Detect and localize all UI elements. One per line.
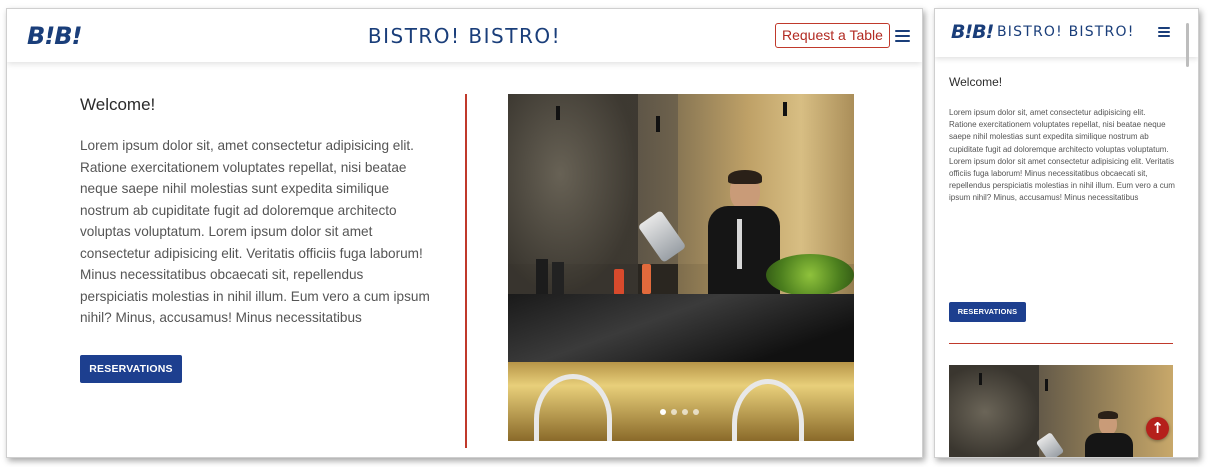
reservations-button[interactable]: RESERVATIONS xyxy=(80,355,182,383)
mobile-view: B!B! BISTRO! BISTRO! Welcome! Lorem ipsu… xyxy=(934,8,1199,458)
arrow-up-icon: ↑ xyxy=(1151,419,1164,437)
horizontal-divider xyxy=(949,343,1173,344)
carousel-dot[interactable] xyxy=(671,409,677,415)
vertical-divider xyxy=(465,94,467,448)
carousel-dot[interactable] xyxy=(693,409,699,415)
carousel-dot[interactable] xyxy=(682,409,688,415)
navbar: B!B! BISTRO! BISTRO! Request a Table xyxy=(7,9,922,62)
carousel-indicators[interactable] xyxy=(660,409,699,415)
carousel-dot[interactable] xyxy=(660,409,666,415)
hamburger-icon[interactable] xyxy=(1158,27,1170,37)
request-table-button[interactable]: Request a Table xyxy=(775,23,890,48)
scrollbar[interactable] xyxy=(1186,23,1189,67)
hamburger-icon[interactable] xyxy=(895,30,910,42)
welcome-heading: Welcome! xyxy=(80,95,156,114)
mobile-navbar: B!B! BISTRO! BISTRO! xyxy=(935,9,1198,57)
logo[interactable]: B!B! xyxy=(951,21,994,43)
bar-photo[interactable] xyxy=(949,365,1173,457)
welcome-paragraph: Lorem ipsum dolor sit, amet consectetur … xyxy=(80,138,430,325)
brand-title[interactable]: BISTRO! BISTRO! xyxy=(997,24,1135,40)
reservations-button[interactable]: RESERVATIONS xyxy=(949,302,1026,322)
welcome-heading: Welcome! xyxy=(949,75,1003,89)
desktop-view: B!B! BISTRO! BISTRO! Request a Table Wel… xyxy=(6,8,923,458)
bar-photo-carousel[interactable] xyxy=(508,94,854,441)
back-to-top-button[interactable]: ↑ xyxy=(1146,417,1169,440)
welcome-paragraph: Lorem ipsum dolor sit, amet consectetur … xyxy=(949,108,1175,203)
